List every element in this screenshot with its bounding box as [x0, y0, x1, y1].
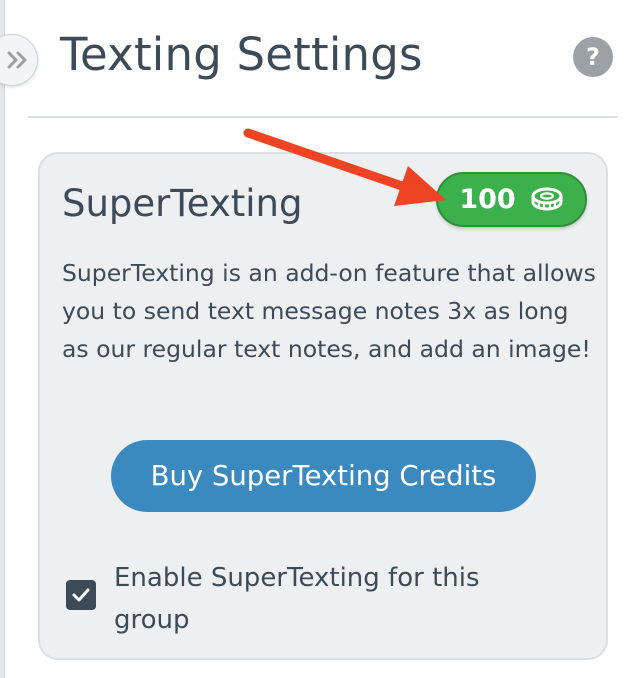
feature-description: SuperTexting is an add-on feature that a…: [62, 259, 596, 363]
enable-supertexting-checkbox[interactable]: [66, 580, 96, 610]
question-mark-icon: ?: [586, 43, 600, 71]
card-title: SuperTexting: [62, 182, 303, 225]
checkmark-icon: [72, 588, 90, 602]
buy-credits-button[interactable]: Buy SuperTexting Credits: [111, 440, 536, 512]
double-chevron-right-icon: [7, 51, 27, 69]
credits-badge[interactable]: 100: [436, 172, 587, 227]
header-divider: [28, 116, 618, 118]
help-button[interactable]: ?: [573, 37, 613, 77]
enable-supertexting-label[interactable]: Enable SuperTexting for this group: [114, 557, 554, 641]
left-panel-edge: [0, 0, 5, 678]
coin-icon: [531, 187, 563, 210]
collapse-panel-button[interactable]: [0, 34, 38, 86]
credits-count: 100: [459, 184, 516, 215]
page-title: Texting Settings: [60, 28, 423, 81]
